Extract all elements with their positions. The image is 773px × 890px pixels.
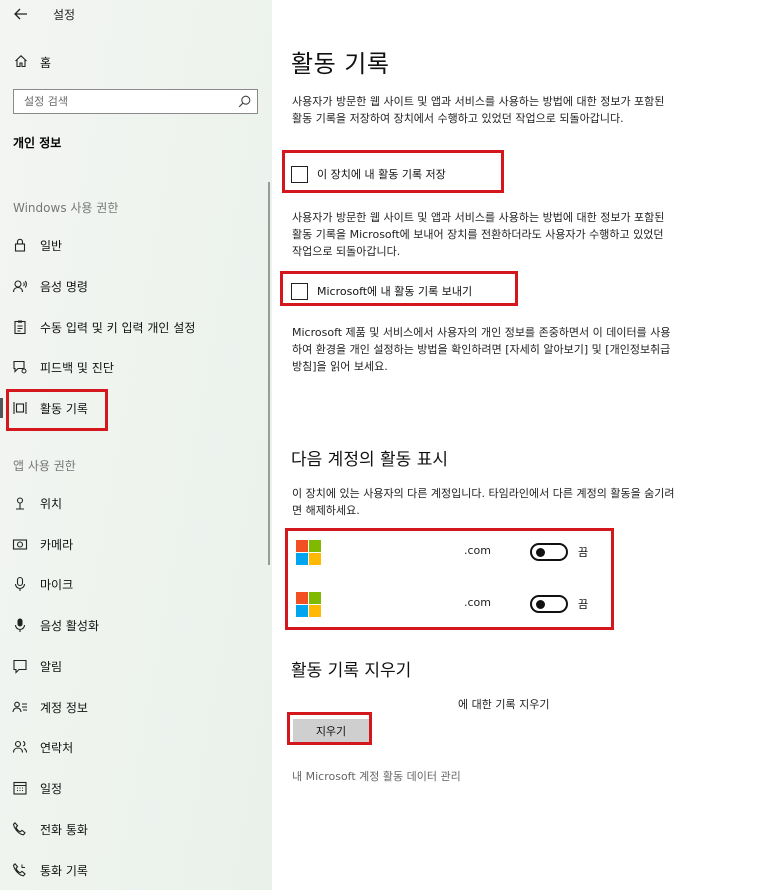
sidebar-item-notifications[interactable]: 알림 — [0, 653, 272, 679]
account-email: .com — [464, 596, 491, 609]
accounts-section-title: 다음 계정의 활동 표시 — [291, 450, 448, 470]
search-box[interactable] — [13, 89, 258, 114]
sidebar-item-location[interactable]: 위치 — [0, 490, 272, 516]
sidebar-item-account-info[interactable]: 계정 정보 — [0, 694, 272, 720]
toggle-state-label: 끔 — [578, 598, 589, 611]
sidebar-item-home[interactable]: 홈 — [0, 49, 272, 75]
description-send-history: 사용자가 방문한 웹 사이트 및 앱과 서비스를 사용하는 방법에 대한 정보가… — [292, 211, 665, 258]
account-activity-toggle[interactable] — [530, 595, 568, 613]
accounts-description: 이 장치에 있는 사용자의 다른 계정입니다. 타임라인에서 다른 계정의 활동… — [292, 487, 675, 517]
sidebar-item-label: 수동 입력 및 키 입력 개인 설정 — [40, 321, 196, 335]
phone-icon — [12, 821, 28, 837]
checkbox-label: 이 장치에 내 활동 기록 저장 — [317, 168, 446, 181]
account-activity-toggle[interactable] — [530, 543, 568, 561]
checkbox-row-store-history[interactable]: 이 장치에 내 활동 기록 저장 — [291, 163, 446, 185]
send-history-checkbox[interactable] — [291, 282, 308, 300]
sidebar-item-speech[interactable]: 음성 명령 — [0, 273, 272, 299]
store-history-checkbox[interactable] — [291, 165, 308, 183]
microphone-icon — [12, 576, 28, 592]
sidebar-scrollbar[interactable] — [268, 182, 270, 565]
camera-icon — [12, 536, 28, 552]
account-row: .com 끔 — [296, 592, 596, 618]
notification-icon — [12, 658, 28, 674]
sidebar-item-phone-calls[interactable]: 전화 통화 — [0, 816, 272, 842]
home-icon — [15, 55, 27, 68]
sidebar-item-label: 계정 정보 — [40, 701, 88, 715]
back-arrow-icon — [14, 8, 27, 20]
calendar-icon — [12, 780, 28, 796]
sidebar-item-general[interactable]: 일반 — [0, 232, 272, 258]
toggle-knob — [536, 600, 545, 609]
sidebar-item-label: 피드백 및 진단 — [40, 361, 114, 375]
contacts-icon — [12, 739, 28, 755]
checkbox-row-send-history[interactable]: Microsoft에 내 활동 기록 보내기 — [291, 280, 472, 302]
toggle-state-label: 끔 — [578, 546, 589, 559]
lock-icon — [12, 237, 28, 253]
feedback-icon — [12, 359, 28, 375]
privacy-info-text: Microsoft 제품 및 서비스에서 사용자의 개인 정보를 존중하면서 이… — [292, 326, 671, 373]
sidebar-item-inking-typing[interactable]: 수동 입력 및 키 입력 개인 설정 — [0, 314, 272, 340]
sidebar: 설정 홈 개인 정보 Windows 사용 권한 일반 음성 명령 수동 입력 … — [0, 0, 272, 890]
group-header-app: 앱 사용 권한 — [13, 459, 76, 473]
page-title: 활동 기록 — [291, 50, 390, 78]
group-header-windows: Windows 사용 권한 — [13, 201, 119, 215]
sidebar-item-label: 연락처 — [40, 741, 74, 755]
sidebar-item-call-history[interactable]: 통화 기록 — [0, 857, 272, 883]
sidebar-item-voice-activation[interactable]: 음성 활성화 — [0, 612, 272, 638]
sidebar-item-label: 통화 기록 — [40, 864, 88, 878]
sidebar-item-contacts[interactable]: 연락처 — [0, 734, 272, 760]
sidebar-item-label: 음성 활성화 — [40, 619, 100, 633]
voice-activation-icon — [12, 617, 28, 633]
microsoft-logo-icon — [296, 592, 321, 617]
account-info-icon — [12, 699, 28, 715]
clipboard-icon — [12, 319, 28, 335]
sidebar-item-camera[interactable]: 카메라 — [0, 531, 272, 557]
back-button[interactable] — [10, 4, 32, 24]
section-title: 개인 정보 — [13, 136, 62, 150]
search-input[interactable] — [14, 90, 229, 113]
sidebar-item-label: 위치 — [40, 497, 63, 511]
timeline-icon — [12, 400, 28, 416]
checkbox-label: Microsoft에 내 활동 기록 보내기 — [317, 285, 473, 298]
sidebar-item-label: 홈 — [40, 56, 52, 70]
account-email: .com — [464, 544, 491, 557]
sidebar-item-activity-history[interactable]: 활동 기록 — [0, 395, 272, 421]
account-row: .com 끔 — [296, 540, 596, 566]
sidebar-item-label: 마이크 — [40, 578, 74, 592]
title-bar: 설정 — [0, 0, 272, 30]
speech-icon — [12, 278, 28, 294]
sidebar-item-label: 알림 — [40, 660, 63, 674]
app-title: 설정 — [53, 8, 76, 22]
call-history-icon — [12, 862, 28, 878]
clear-section-title: 활동 기록 지우기 — [291, 661, 412, 681]
sidebar-item-label: 음성 명령 — [40, 280, 88, 294]
search-icon[interactable] — [238, 95, 251, 108]
microsoft-logo-icon — [296, 540, 321, 565]
sidebar-item-calendar[interactable]: 일정 — [0, 775, 272, 801]
sidebar-item-microphone[interactable]: 마이크 — [0, 571, 272, 597]
sidebar-item-label: 전화 통화 — [40, 823, 88, 837]
location-icon — [12, 495, 28, 511]
manage-activity-data-link[interactable]: 내 Microsoft 계정 활동 데이터 관리 — [292, 768, 461, 784]
sidebar-item-label: 활동 기록 — [40, 402, 88, 416]
clear-history-description: 에 대한 기록 지우기 — [458, 698, 550, 711]
sidebar-item-feedback[interactable]: 피드백 및 진단 — [0, 354, 272, 380]
toggle-knob — [536, 548, 545, 557]
sidebar-item-label: 카메라 — [40, 538, 74, 552]
clear-button[interactable]: 지우기 — [293, 719, 369, 743]
description-store-history: 사용자가 방문한 웹 사이트 및 앱과 서비스를 사용하는 방법에 대한 정보가… — [292, 95, 665, 125]
main-content: 활동 기록 사용자가 방문한 웹 사이트 및 앱과 서비스를 사용하는 방법에 … — [272, 0, 773, 890]
sidebar-item-label: 일반 — [40, 239, 63, 253]
sidebar-item-label: 일정 — [40, 782, 63, 796]
